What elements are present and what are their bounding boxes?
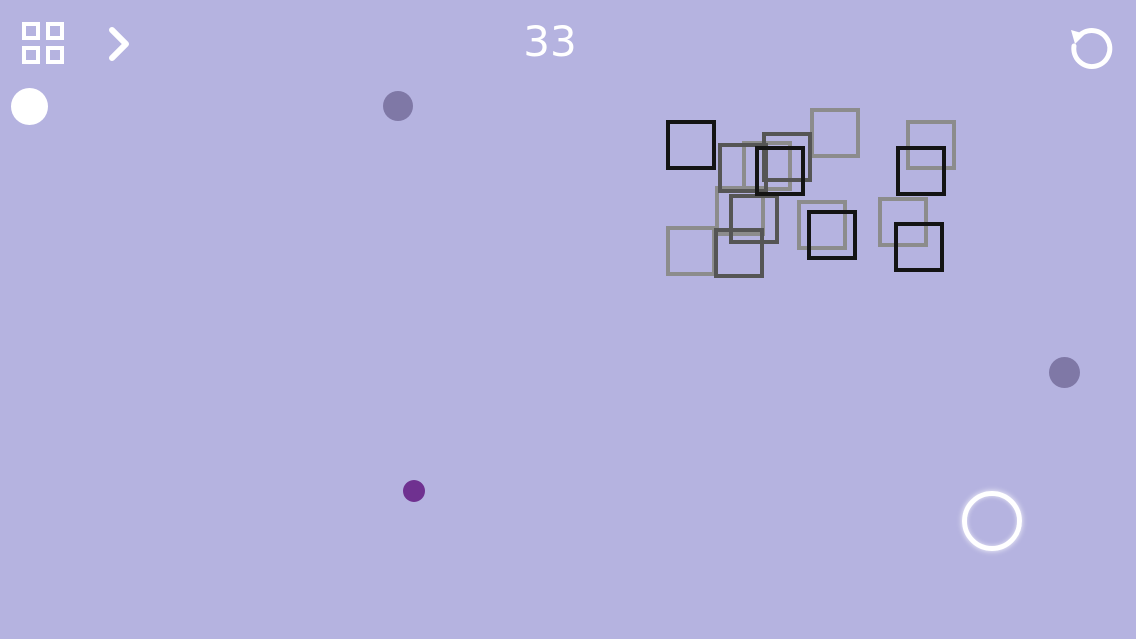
mid-square [714,228,764,278]
dark-square [666,120,716,170]
square-obstacles [666,108,956,278]
light-square [906,120,956,170]
light-square [797,200,847,250]
game-board[interactable]: 33 [0,0,1136,639]
dark-square [896,146,946,196]
light-square [810,108,860,158]
light-square [666,226,716,276]
dark-square [807,210,857,260]
